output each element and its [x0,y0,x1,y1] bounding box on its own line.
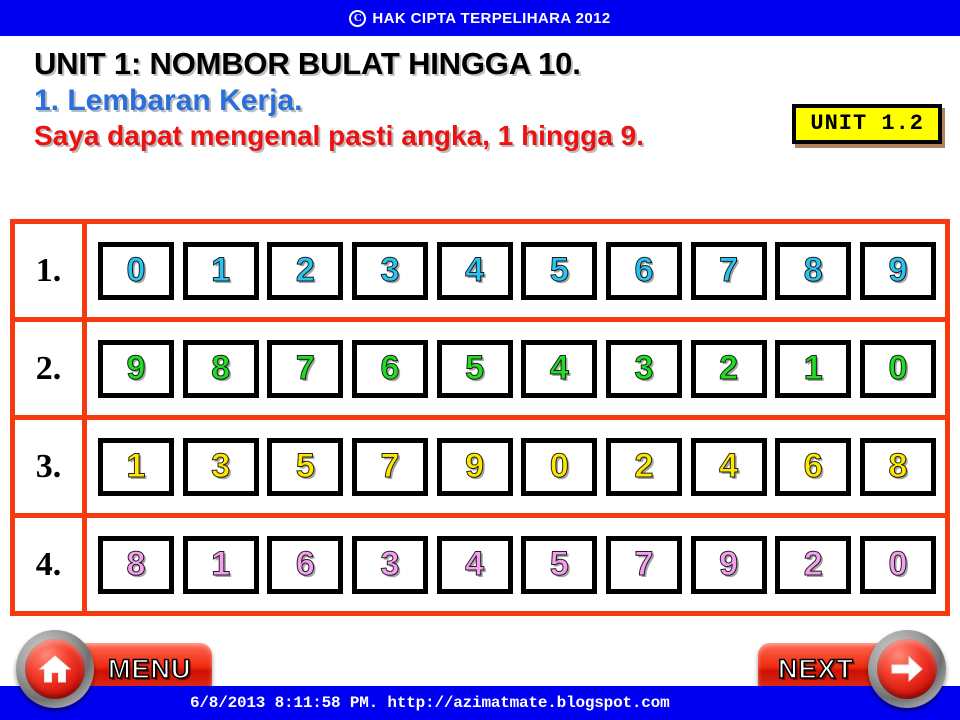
digit-box[interactable]: 0 [859,339,936,398]
digit-box[interactable]: 4 [521,339,598,398]
digit-strip: 9876543210 [87,339,945,398]
digit-box[interactable]: 2 [267,241,344,300]
digit-box[interactable]: 8 [859,437,936,496]
footer-timestamp-url: 6/8/2013 8:11:58 PM. http://azimatmate.b… [190,694,670,712]
digit-box[interactable]: 2 [775,535,852,594]
digit-box[interactable]: 6 [267,535,344,594]
worksheet-row: 2. 9 8 7 6 5 4 3 2 1 0 [15,322,945,420]
digit-box[interactable]: 1 [182,241,259,300]
home-icon [38,653,72,685]
digit-box[interactable]: 8 [775,241,852,300]
digit-box[interactable]: 6 [775,437,852,496]
next-button-label: NEXT [777,653,854,685]
digit-box[interactable]: 2 [690,339,767,398]
worksheet-row: 3. 1 3 5 7 9 0 2 4 6 8 [15,420,945,518]
digit-box[interactable]: 5 [267,437,344,496]
digit-box[interactable]: 0 [859,535,936,594]
digit-box[interactable]: 3 [182,437,259,496]
footer-bar: 6/8/2013 8:11:58 PM. http://azimatmate.b… [0,686,960,720]
digit-box[interactable]: 3 [351,535,428,594]
copyright-icon: C [349,9,367,27]
next-arrow-button[interactable] [868,630,946,708]
worksheet-row: 4. 8 1 6 3 4 5 7 9 2 0 [15,518,945,611]
row-number: 1. [15,224,87,317]
row-number: 2. [15,322,87,415]
digit-box[interactable]: 5 [521,535,598,594]
digit-box[interactable]: 6 [605,241,682,300]
digit-box[interactable]: 6 [351,339,428,398]
worksheet-table: 1. 0 1 2 3 4 5 6 7 8 9 2. 9 8 7 6 5 4 3 2 1 0 3. 1 3 5 7 9 0 2 4 6 8 4. 8 1… [10,219,950,616]
digit-box[interactable]: 3 [351,241,428,300]
digit-strip: 8163457920 [87,535,945,594]
digit-box[interactable]: 0 [521,437,598,496]
digit-box[interactable]: 7 [605,535,682,594]
digit-strip: 0123456789 [87,241,945,300]
digit-box[interactable]: 3 [605,339,682,398]
digit-box[interactable]: 9 [859,241,936,300]
copyright-banner: C HAK CIPTA TERPELIHARA 2012 [0,0,960,36]
digit-box[interactable]: 7 [267,339,344,398]
digit-box[interactable]: 8 [182,339,259,398]
home-button[interactable] [16,630,94,708]
row-number: 4. [15,518,87,611]
digit-box[interactable]: 9 [436,437,513,496]
page-title: UNIT 1: NOMBOR BULAT HINGGA 10. [34,46,581,81]
digit-box[interactable]: 5 [436,339,513,398]
digit-box[interactable]: 1 [182,535,259,594]
digit-box[interactable]: 5 [521,241,598,300]
digit-strip: 1357902468 [87,437,945,496]
copyright-text: HAK CIPTA TERPELIHARA 2012 [372,9,611,27]
digit-box[interactable]: 4 [690,437,767,496]
digit-box[interactable]: 7 [351,437,428,496]
digit-box[interactable]: 2 [605,437,682,496]
digit-box[interactable]: 1 [775,339,852,398]
digit-box[interactable]: 4 [436,241,513,300]
digit-box[interactable]: 4 [436,535,513,594]
menu-button-label: MENU [107,653,192,685]
worksheet-row: 1. 0 1 2 3 4 5 6 7 8 9 [15,224,945,322]
digit-box[interactable]: 9 [690,535,767,594]
row-number: 3. [15,420,87,513]
digit-box[interactable]: 7 [690,241,767,300]
arrow-right-icon [889,654,925,684]
digit-box[interactable]: 9 [98,339,174,398]
digit-box[interactable]: 1 [98,437,174,496]
digit-box[interactable]: 0 [98,241,174,300]
unit-badge: UNIT 1.2 [792,104,942,144]
digit-box[interactable]: 8 [98,535,174,594]
